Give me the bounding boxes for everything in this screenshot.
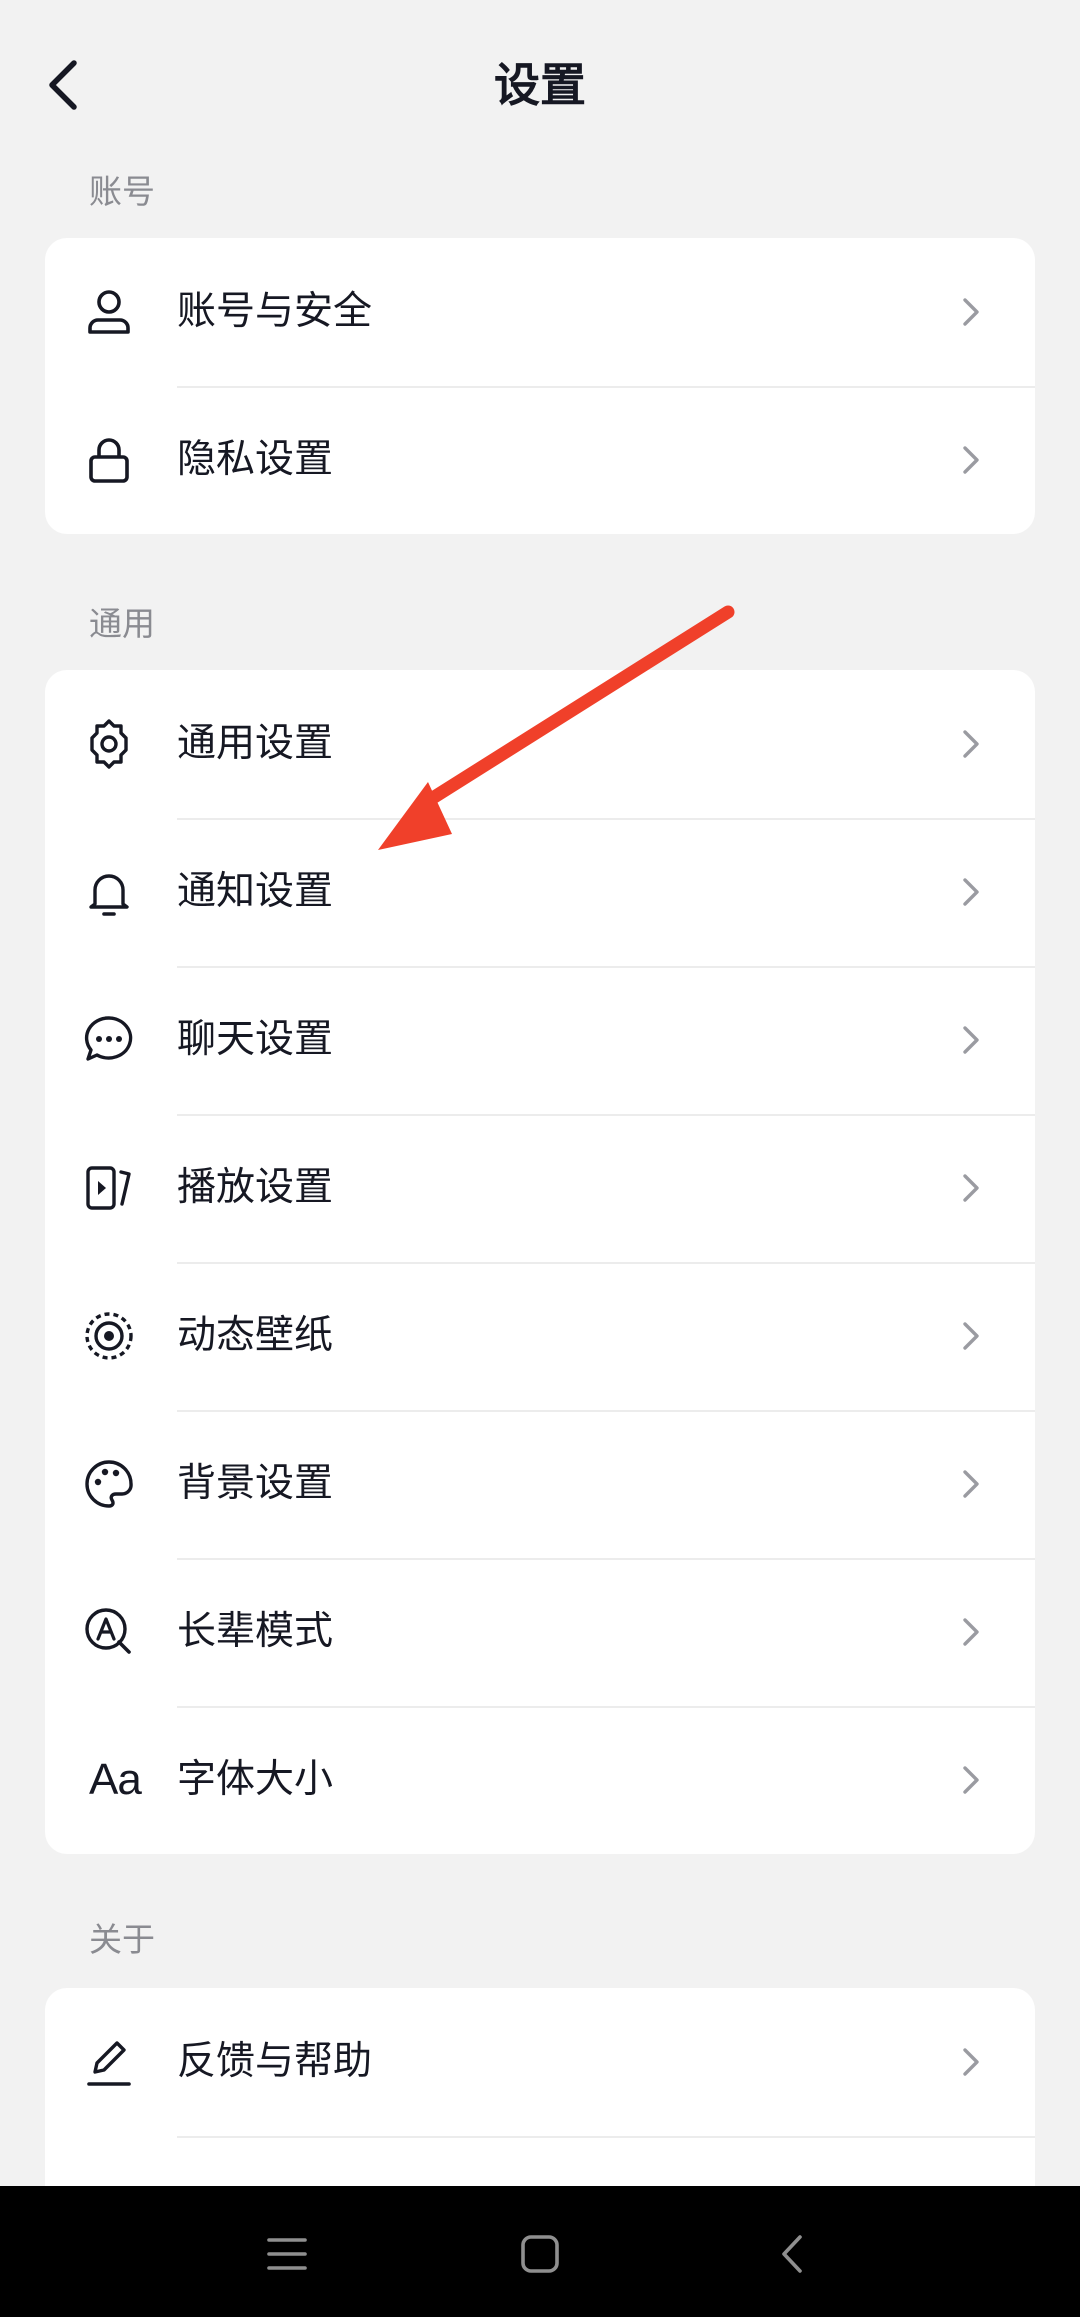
chevron-right-icon — [963, 1618, 979, 1646]
settings-item-label: 通用设置 — [177, 721, 334, 766]
lock-icon — [81, 432, 137, 488]
gear-icon — [81, 716, 137, 772]
about-card: 反馈与帮助 — [45, 1988, 1035, 2186]
settings-item-chat[interactable]: 聊天设置 — [45, 966, 1035, 1114]
settings-item-label: 背景设置 — [177, 1461, 334, 1506]
back-nav-button[interactable] — [754, 2216, 830, 2292]
settings-item-label: 动态壁纸 — [177, 1313, 334, 1358]
settings-item-playback[interactable]: 播放设置 — [45, 1114, 1035, 1262]
palette-icon — [81, 1456, 137, 1512]
settings-item-label: 隐私设置 — [177, 437, 334, 482]
chevron-right-icon — [963, 1026, 979, 1054]
chevron-right-icon — [963, 1766, 979, 1794]
settings-item-label: 账号与安全 — [177, 289, 373, 334]
chat-bubble-icon — [81, 1012, 137, 1068]
chevron-right-icon — [963, 1174, 979, 1202]
page-title: 设置 — [494, 58, 586, 112]
settings-item-label: 播放设置 — [177, 1165, 334, 1210]
play-icon — [81, 1160, 137, 1216]
system-navigation-bar — [0, 2186, 1080, 2317]
section-label-account: 账号 — [89, 172, 155, 211]
chevron-right-icon — [963, 2048, 979, 2076]
settings-item-label: 通知设置 — [177, 869, 334, 914]
font-size-icon: Aa — [89, 1755, 142, 1804]
user-icon — [81, 284, 137, 340]
target-icon — [81, 1308, 137, 1364]
settings-item-font-size[interactable]: Aa 字体大小 — [45, 1706, 1035, 1854]
menu-icon — [267, 2238, 307, 2270]
top-bar: 设置 — [0, 0, 1080, 165]
section-label-about: 关于 — [89, 1920, 155, 1959]
settings-item-label: 聊天设置 — [177, 1017, 334, 1062]
general-card: 通用设置 通知设置 聊天设置 播放设置 动态壁纸 背景设置 长辈模式 Aa 字体… — [45, 670, 1035, 1854]
settings-item-background[interactable]: 背景设置 — [45, 1410, 1035, 1558]
bell-icon — [81, 864, 137, 920]
account-card: 账号与安全 隐私设置 — [45, 238, 1035, 534]
settings-item-notifications[interactable]: 通知设置 — [45, 818, 1035, 966]
home-icon — [521, 2235, 559, 2273]
settings-item-label: 字体大小 — [177, 1757, 334, 1802]
settings-item-feedback-help[interactable]: 反馈与帮助 — [45, 1988, 1035, 2136]
section-label-general: 通用 — [89, 604, 155, 643]
pencil-icon — [81, 2034, 137, 2090]
settings-item-label: 反馈与帮助 — [177, 2039, 373, 2084]
settings-item-elder-mode[interactable]: 长辈模式 — [45, 1558, 1035, 1706]
settings-item-label: 长辈模式 — [177, 1609, 334, 1654]
settings-item-account-security[interactable]: 账号与安全 — [45, 238, 1035, 386]
settings-item-general[interactable]: 通用设置 — [45, 670, 1035, 818]
menu-button[interactable] — [249, 2216, 325, 2292]
settings-item-partial[interactable] — [45, 2136, 1035, 2186]
settings-item-privacy[interactable]: 隐私设置 — [45, 386, 1035, 534]
settings-item-live-wallpaper[interactable]: 动态壁纸 — [45, 1262, 1035, 1410]
chevron-right-icon — [963, 1322, 979, 1350]
back-icon — [782, 2235, 802, 2273]
chevron-right-icon — [963, 446, 979, 474]
chevron-right-icon — [963, 730, 979, 758]
home-button[interactable] — [502, 2216, 578, 2292]
chevron-right-icon — [963, 298, 979, 326]
chevron-right-icon — [963, 1470, 979, 1498]
magnifier-a-icon — [81, 1604, 137, 1660]
chevron-right-icon — [963, 878, 979, 906]
